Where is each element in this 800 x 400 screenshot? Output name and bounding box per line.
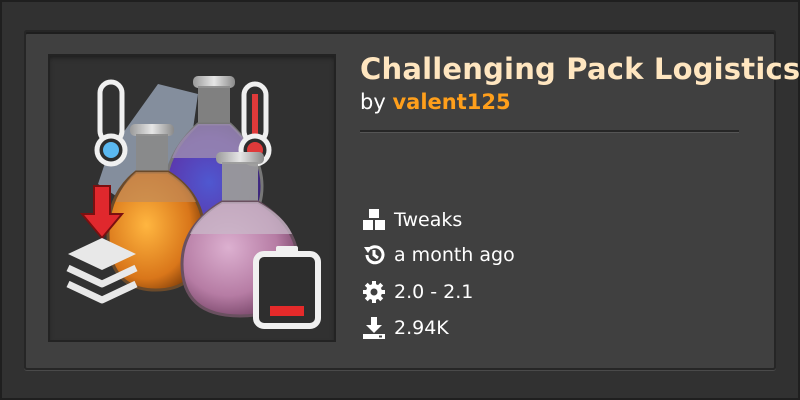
mod-title[interactable]: Challenging Pack Logistics (360, 52, 800, 86)
author-link[interactable]: valent125 (392, 90, 510, 114)
download-icon (360, 316, 388, 340)
gear-icon (360, 280, 388, 304)
category-label: Tweaks (394, 209, 463, 231)
versions-label: 2.0 - 2.1 (394, 281, 474, 303)
thermometer-cold-icon (94, 79, 128, 167)
meta-updated: a month ago (360, 241, 660, 269)
cubes-icon (360, 208, 388, 232)
history-icon (360, 243, 388, 267)
downloads-label: 2.94K (394, 317, 449, 339)
meta-downloads: 2.94K (360, 314, 660, 342)
thumbnail-art (66, 76, 321, 329)
battery-low-icon (253, 246, 321, 329)
by-prefix: by (360, 90, 386, 114)
divider (360, 130, 739, 132)
meta-versions: 2.0 - 2.1 (360, 278, 660, 306)
meta-category: Tweaks (360, 206, 660, 234)
updated-label: a month ago (394, 244, 515, 266)
mod-byline: by valent125 (360, 90, 511, 114)
mod-thumbnail[interactable] (48, 54, 336, 342)
